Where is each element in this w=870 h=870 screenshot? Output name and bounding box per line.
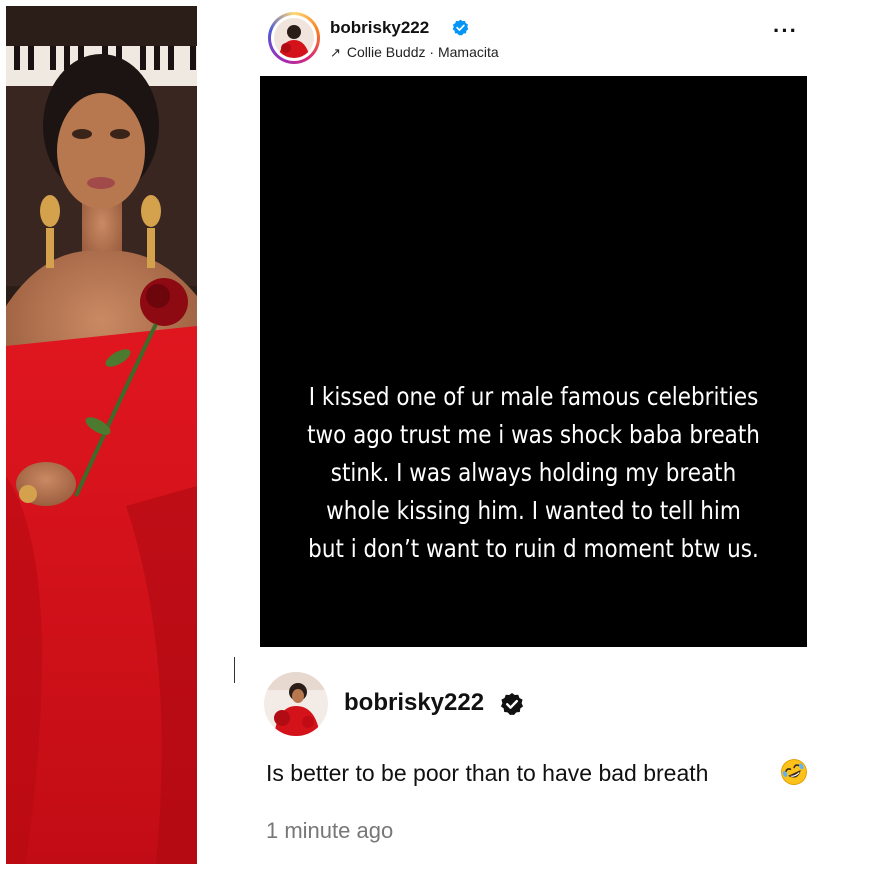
music-artist: Collie Buddz [346, 44, 426, 60]
verified-badge-icon [500, 692, 524, 716]
story-username[interactable]: bobrisky222 [330, 18, 429, 38]
profile-photo [6, 6, 197, 864]
story-text: I kissed one of ur male famous celebriti… [307, 382, 760, 563]
story-avatar[interactable] [268, 12, 320, 64]
music-title: Mamacita [437, 44, 499, 60]
comment-text: Is better to be poor than to have bad br… [266, 760, 709, 786]
comment-avatar[interactable] [264, 672, 328, 736]
arrow-up-right-icon: ↗ [330, 45, 341, 60]
more-options-icon[interactable]: ··· [773, 18, 798, 44]
verified-badge-icon [452, 19, 469, 36]
story-content: I kissed one of ur male famous celebriti… [260, 76, 807, 647]
rolling-laughing-emoji-icon [781, 759, 807, 785]
story-header: bobrisky222 ↗ Collie Buddz · Mamacita ··· [268, 12, 798, 68]
music-separator: · [429, 44, 435, 60]
music-attribution[interactable]: ↗ Collie Buddz · Mamacita [330, 44, 499, 61]
comment-username[interactable]: bobrisky222 [344, 689, 484, 717]
comment-timestamp: 1 minute ago [266, 818, 394, 843]
divider [234, 657, 235, 683]
